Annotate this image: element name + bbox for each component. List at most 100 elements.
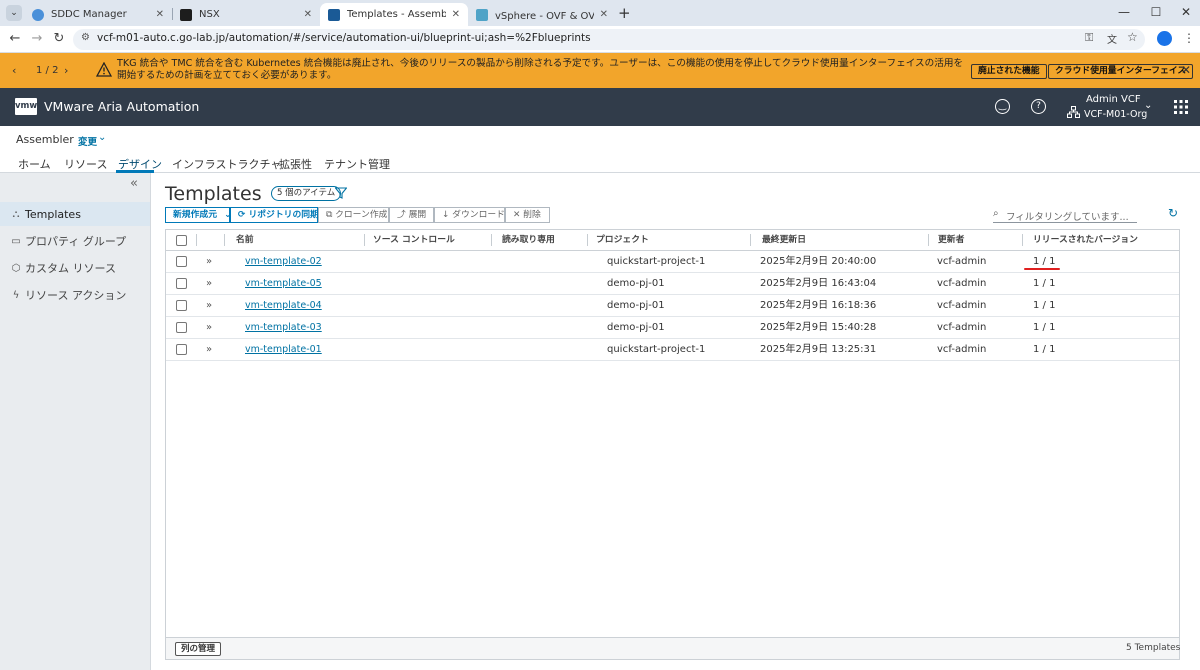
collapse-sidebar-icon[interactable]: « [130, 176, 138, 191]
tab-tenant-management[interactable]: テナント管理 [324, 156, 390, 172]
deprecated-features-button[interactable]: 廃止された機能 [971, 64, 1047, 79]
tab-home[interactable]: ホーム [18, 156, 51, 172]
cloud-consumption-button[interactable]: クラウド使用量インターフェイス [1048, 64, 1194, 79]
sidebar-item-property-groups[interactable]: ▭ プロパティ グループ [0, 229, 150, 253]
column-header-last-updated[interactable]: 最終更新日 [762, 230, 806, 250]
expand-row-icon[interactable]: » [206, 251, 212, 272]
row-checkbox[interactable] [176, 300, 187, 311]
manage-columns-button[interactable]: 列の管理 [175, 642, 222, 656]
table-row[interactable]: » vm-template-03 demo-pj-01 2025年2月9日 15… [166, 317, 1179, 339]
minimize-icon[interactable]: — [1114, 5, 1134, 19]
deploy-icon: ⤴ [397, 210, 406, 220]
template-name-link[interactable]: vm-template-01 [245, 339, 322, 360]
column-header-released-version[interactable]: リリースされたバージョン [1033, 230, 1138, 250]
tab-label: vSphere - OVF & OVA テンプレート [495, 11, 594, 22]
sidebar-item-resource-actions[interactable]: ϟ リソース アクション [0, 283, 150, 307]
deploy-label: 展開 [408, 210, 427, 220]
user-name[interactable]: Admin VCF [1086, 94, 1141, 105]
table-row[interactable]: » vm-template-01 quickstart-project-1 20… [166, 339, 1179, 361]
column-header-project[interactable]: プロジェクト [596, 230, 649, 250]
sync-repository-button[interactable]: ⟳ リポジトリの同期 [230, 207, 319, 223]
browser-tab-assembler[interactable]: Templates - Assembler ✕ [320, 3, 468, 26]
row-checkbox[interactable] [176, 256, 187, 267]
feedback-smiley-icon[interactable]: ‿ [995, 99, 1010, 114]
annotation-underline [1024, 268, 1060, 270]
project-cell: demo-pj-01 [607, 300, 665, 311]
tab-extensibility[interactable]: 拡張性 [279, 156, 312, 172]
expand-row-icon[interactable]: » [206, 317, 212, 338]
refresh-icon[interactable]: ↻ [1168, 206, 1178, 220]
column-header-name[interactable]: 名前 [236, 230, 254, 250]
change-chevron-icon[interactable]: ⌄ [98, 132, 106, 143]
filter-input[interactable]: ⌕ フィルタリングしています... [993, 208, 1137, 223]
app-switcher-grid-icon[interactable] [1174, 100, 1188, 117]
delete-button[interactable]: ✕ 削除 [505, 207, 550, 223]
back-icon[interactable]: ← [6, 30, 24, 48]
sidebar-item-label: Templates [25, 207, 81, 221]
filter-funnel-icon[interactable] [334, 187, 348, 202]
profile-avatar-icon[interactable] [1157, 31, 1172, 46]
template-name-link[interactable]: vm-template-04 [245, 295, 322, 316]
forward-icon[interactable]: → [28, 30, 46, 48]
help-icon[interactable]: ? [1031, 99, 1046, 114]
browser-tab-nsx[interactable]: NSX ✕ [172, 3, 320, 26]
password-key-icon[interactable]: ⚿ [1085, 31, 1093, 45]
tab-label: NSX [199, 9, 220, 20]
expand-row-icon[interactable]: » [206, 295, 212, 316]
table-row[interactable]: » vm-template-04 demo-pj-01 2025年2月9日 16… [166, 295, 1179, 317]
template-name-link[interactable]: vm-template-02 [245, 251, 322, 272]
resource-action-icon: ϟ [12, 289, 20, 301]
tab-search-icon[interactable]: ⌄ [6, 5, 22, 21]
template-name-link[interactable]: vm-template-03 [245, 317, 322, 338]
banner-close-icon[interactable]: ✕ [1181, 63, 1191, 77]
context-name: Assembler [16, 133, 74, 146]
close-icon[interactable]: ✕ [156, 9, 164, 20]
tab-infrastructure[interactable]: インフラストラクチャ [172, 156, 281, 172]
table-row[interactable]: » vm-template-02 quickstart-project-1 20… [166, 251, 1179, 273]
browser-tab-vsphere[interactable]: vSphere - OVF & OVA テンプレート ✕ [468, 3, 616, 26]
sidebar-item-templates[interactable]: ⛬ Templates [0, 202, 150, 226]
search-icon: ⌕ [993, 208, 999, 219]
reload-icon[interactable]: ↻ [50, 30, 68, 48]
banner-prev-icon[interactable]: ‹ [12, 64, 16, 77]
user-menu-chevron-icon[interactable]: ⌄ [1144, 100, 1152, 111]
clone-button[interactable]: ⧉ クローン作成 [318, 207, 389, 223]
close-icon[interactable]: ✕ [452, 9, 460, 20]
row-checkbox[interactable] [176, 344, 187, 355]
column-header-source-control[interactable]: ソース コントロール [373, 230, 455, 250]
new-tab-icon[interactable]: + [618, 4, 631, 22]
expand-row-icon[interactable]: » [206, 339, 212, 360]
url-field[interactable]: ⚙ vcf-m01-auto.c.go-lab.jp/automation/#/… [73, 29, 1145, 50]
site-info-icon[interactable]: ⚙ [81, 32, 90, 43]
close-icon[interactable]: ✕ [600, 9, 608, 20]
context-change-link[interactable]: 変更 [78, 134, 97, 148]
translate-icon[interactable]: 文 [1107, 31, 1117, 46]
table-row[interactable]: » vm-template-05 demo-pj-01 2025年2月9日 16… [166, 273, 1179, 295]
deprecation-banner: ‹ 1 / 2 › TKG 統合や TMC 統合を含む Kubernetes 統… [0, 53, 1200, 88]
app-title: VMware Aria Automation [44, 99, 200, 114]
sidebar-item-label: プロパティ グループ [25, 235, 127, 248]
browser-tab-sddc[interactable]: SDDC Manager ✕ [24, 3, 172, 26]
filter-placeholder: フィルタリングしています... [1006, 212, 1129, 223]
bookmark-star-icon[interactable]: ☆ [1127, 30, 1138, 44]
expand-row-icon[interactable]: » [206, 273, 212, 294]
banner-next-icon[interactable]: › [64, 64, 68, 77]
select-all-checkbox[interactable] [176, 235, 187, 246]
close-icon[interactable]: ✕ [304, 9, 312, 20]
deploy-button[interactable]: ⤴ 展開 [389, 207, 434, 223]
row-checkbox[interactable] [176, 322, 187, 333]
row-checkbox[interactable] [176, 278, 187, 289]
new-from-button[interactable]: 新規作成元 ⌄ [165, 207, 231, 223]
maximize-icon[interactable]: ☐ [1146, 5, 1166, 19]
template-name-link[interactable]: vm-template-05 [245, 273, 322, 294]
column-header-updated-by[interactable]: 更新者 [938, 230, 964, 250]
sidebar-item-label: リソース アクション [25, 289, 127, 302]
browser-menu-icon[interactable]: ⋮ [1183, 31, 1195, 45]
tab-resources[interactable]: リソース [64, 156, 107, 172]
sidebar-item-custom-resources[interactable]: ⬡ カスタム リソース [0, 256, 150, 280]
browser-tab-strip: ⌄ SDDC Manager ✕ NSX ✕ Templates - Assem… [0, 0, 1200, 26]
column-header-read-only[interactable]: 読み取り専用 [502, 230, 555, 250]
download-button[interactable]: ↓ ダウンロード [434, 207, 505, 223]
window-close-icon[interactable]: ✕ [1176, 5, 1196, 19]
sidebar-item-label: カスタム リソース [25, 262, 116, 275]
